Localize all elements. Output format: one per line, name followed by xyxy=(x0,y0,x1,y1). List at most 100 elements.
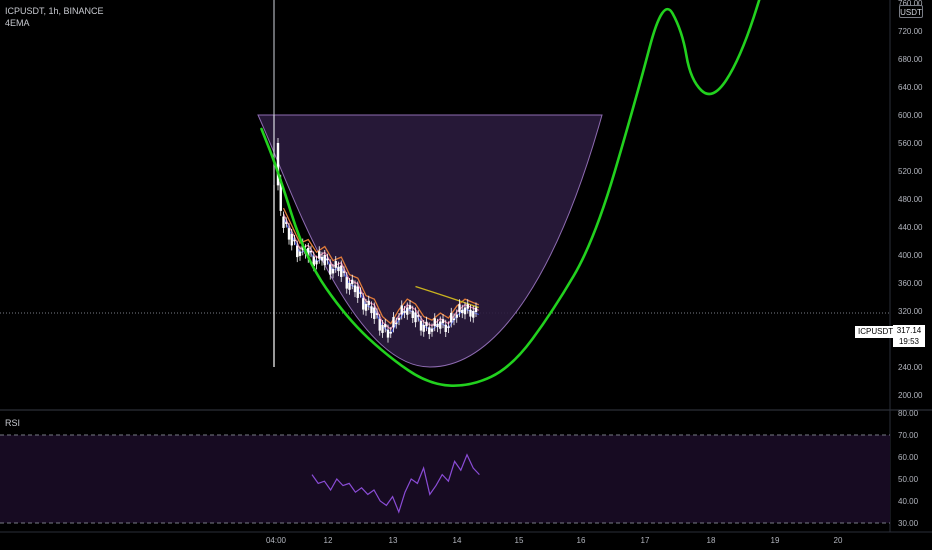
time-tick-label: 12 xyxy=(324,536,333,545)
candle-body xyxy=(430,328,434,332)
candle-body xyxy=(329,264,332,275)
candle-body xyxy=(400,305,403,315)
rsi-tick-label: 60.00 xyxy=(898,453,919,462)
candle-body xyxy=(318,251,321,259)
price-tick-label: 720.00 xyxy=(898,27,923,36)
price-tick-label: 240.00 xyxy=(898,363,923,372)
candle-body xyxy=(370,306,373,314)
symbol-title: ICPUSDT, 1h, BINANCE xyxy=(5,6,104,16)
countdown-timer: 19:53 xyxy=(898,337,920,346)
candle-body xyxy=(342,271,346,273)
candle-body xyxy=(326,258,329,261)
candle-body xyxy=(298,251,302,256)
last-price-box: 317.14 19:53 xyxy=(893,325,925,347)
candle-body xyxy=(296,245,299,258)
candle-body xyxy=(331,269,335,274)
time-tick-label: 04:00 xyxy=(266,536,287,545)
candle-body xyxy=(395,322,398,325)
candle-body xyxy=(351,279,354,285)
rsi-pane xyxy=(0,434,890,524)
rsi-tick-label: 80.00 xyxy=(898,409,919,418)
time-tick-label: 13 xyxy=(389,536,398,545)
candle-body xyxy=(474,307,478,313)
candle-body xyxy=(425,321,428,327)
time-tick-label: 16 xyxy=(577,536,586,545)
candle-body xyxy=(340,265,343,277)
candle-body xyxy=(290,234,293,246)
candle-body xyxy=(337,266,340,272)
candle-body xyxy=(334,261,337,268)
candle-body xyxy=(397,318,401,321)
time-tick-label: 18 xyxy=(707,536,716,545)
price-tick-label: 640.00 xyxy=(898,83,923,92)
rsi-tick-label: 30.00 xyxy=(898,519,919,528)
candle-body xyxy=(375,313,379,315)
candle-body xyxy=(384,324,387,328)
price-tick-label: 200.00 xyxy=(898,391,923,400)
candle-body xyxy=(348,283,351,290)
rsi-tick-label: 40.00 xyxy=(898,497,919,506)
candle-body xyxy=(285,222,288,224)
candle-body xyxy=(364,304,368,311)
candle-body xyxy=(315,260,318,265)
candle-body xyxy=(414,312,417,323)
symbol-price-tag: ICPUSDT xyxy=(855,326,897,338)
indicator-label: 4EMA xyxy=(5,18,30,28)
rsi-tick-label: 50.00 xyxy=(898,475,919,484)
price-tick-label: 680.00 xyxy=(898,55,923,64)
price-tick-label: 440.00 xyxy=(898,223,923,232)
candle-body xyxy=(433,318,436,327)
candle-body xyxy=(436,323,439,328)
time-tick-label: 19 xyxy=(771,536,780,545)
rsi-title: RSI xyxy=(5,418,21,428)
candle-body xyxy=(293,239,296,242)
candle-body xyxy=(386,329,390,338)
candle-body xyxy=(406,307,409,315)
candle-body xyxy=(408,305,412,310)
candle-body xyxy=(381,325,384,333)
candle-body xyxy=(466,304,469,309)
candle-body xyxy=(444,324,447,332)
candle-body xyxy=(320,256,324,261)
currency-badge[interactable]: USDT xyxy=(899,5,923,18)
candle-body xyxy=(441,319,445,324)
candle-body xyxy=(452,318,456,321)
candle-body xyxy=(447,326,450,329)
rsi-tick-label: 70.00 xyxy=(898,431,919,440)
time-tick-label: 14 xyxy=(453,536,462,545)
chart-canvas: 200.00240.00280.00320.00360.00400.00440.… xyxy=(0,0,932,545)
last-price-value: 317.14 xyxy=(896,326,922,335)
candle-body xyxy=(450,312,453,323)
candle-body xyxy=(461,309,464,314)
price-tick-label: 320.00 xyxy=(898,307,923,316)
candle-body xyxy=(373,307,376,319)
candle-body xyxy=(417,315,420,317)
candle-body xyxy=(439,321,442,329)
candle-body xyxy=(422,325,425,332)
price-tick-label: 480.00 xyxy=(898,195,923,204)
candle-body xyxy=(411,310,414,318)
candle-body xyxy=(359,292,362,294)
candle-body xyxy=(428,327,431,335)
candle-body xyxy=(362,298,365,310)
rsi-band xyxy=(0,435,890,523)
candle-body xyxy=(472,311,475,318)
time-tick-label: 15 xyxy=(515,536,524,545)
candle-body xyxy=(287,228,291,240)
price-tick-label: 360.00 xyxy=(898,279,923,288)
candle-body xyxy=(356,286,359,298)
candle-body xyxy=(469,309,472,317)
price-tick-label: 520.00 xyxy=(898,167,923,176)
candle-body xyxy=(389,332,392,334)
candle-body xyxy=(367,300,370,306)
time-tick-label: 17 xyxy=(641,536,650,545)
time-tick-label: 20 xyxy=(834,536,843,545)
candle-body xyxy=(458,304,461,313)
candle-body xyxy=(455,314,458,318)
candle-body xyxy=(282,216,285,228)
price-tick-label: 600.00 xyxy=(898,111,923,120)
candle-body xyxy=(419,320,423,331)
candle-body xyxy=(463,307,467,315)
candle-body xyxy=(345,277,348,289)
price-tick-label: 400.00 xyxy=(898,251,923,260)
